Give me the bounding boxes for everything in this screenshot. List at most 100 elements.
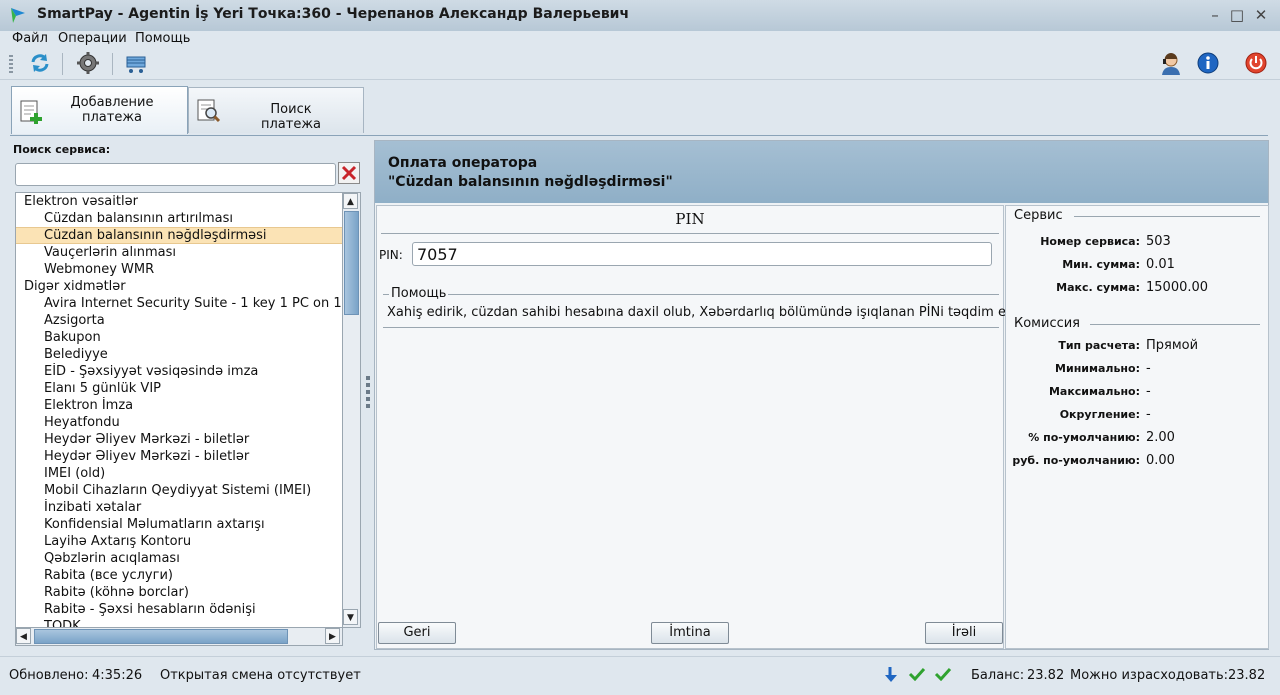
service-item[interactable]: Layihə Axtarış Kontoru	[16, 533, 342, 550]
title-bar: SmartPay - Agentin İş Yeri Точка:360 - Ч…	[0, 0, 1280, 32]
service-item[interactable]: Azsigorta	[16, 312, 342, 329]
divider	[1090, 324, 1260, 325]
work-area: Добавление платежа Поиск платежа Поиск с…	[0, 80, 1280, 654]
add-document-icon	[20, 100, 42, 124]
menu-file[interactable]: Файл	[12, 31, 48, 46]
service-item[interactable]: Rabita (все услуги)	[16, 567, 342, 584]
menu-help[interactable]: Помощь	[135, 31, 190, 46]
tab-label: Добавление платежа	[70, 95, 154, 125]
check-icon	[934, 667, 952, 681]
info-key: % по-умолчанию:	[1028, 431, 1140, 444]
info-value: -	[1146, 384, 1151, 399]
horizontal-scrollbar[interactable]: ◀ ▶	[15, 627, 343, 646]
service-item[interactable]: Cüzdan balansının nəğdləşdirməsi	[16, 227, 342, 244]
commission-group-title: Комиссия	[1014, 316, 1081, 331]
info-row: Округление: -	[1006, 407, 1268, 424]
cancel-button[interactable]: İmtina	[651, 622, 729, 644]
info-key: Номер сервиса:	[1040, 235, 1140, 248]
info-key: Макс. сумма:	[1056, 281, 1140, 294]
service-item[interactable]: Cüzdan balansının artırılması	[16, 210, 342, 227]
clear-search-button[interactable]	[338, 162, 360, 184]
next-button[interactable]: İrəli	[925, 622, 1003, 644]
tab-underline	[10, 135, 1268, 136]
tab-add-payment[interactable]: Добавление платежа	[11, 86, 188, 134]
search-label: Поиск сервиса:	[13, 143, 111, 156]
service-item[interactable]: Elektron İmza	[16, 397, 342, 414]
operator-header-title: Оплата оператора	[388, 155, 538, 171]
service-item[interactable]: Qəbzlərin acıqlaması	[16, 550, 342, 567]
shopping-cart-icon[interactable]	[124, 51, 148, 75]
service-item[interactable]: EİD - Şəxsiyyət vəsiqəsində imza	[16, 363, 342, 380]
info-key: Максимально:	[1048, 385, 1140, 398]
spend-value: 23.82	[1228, 668, 1266, 683]
info-key: Округление:	[1059, 408, 1140, 421]
payment-panel: Оплата оператора "Cüzdan balansının nəğd…	[374, 140, 1269, 650]
info-value: 0.01	[1146, 257, 1175, 272]
menu-operations[interactable]: Операции	[58, 31, 127, 46]
info-value: -	[1146, 361, 1151, 376]
info-row: Тип расчета: Прямой	[1006, 338, 1268, 355]
service-item[interactable]: IMEI (old)	[16, 465, 342, 482]
updated-time: 4:35:26	[92, 668, 143, 683]
scroll-right-button[interactable]: ▶	[325, 628, 340, 644]
close-window-button[interactable]: ✕	[1252, 6, 1270, 24]
service-item[interactable]: Bakupon	[16, 329, 342, 346]
help-group: Помощь Xahiş edirik, cüzdan sahibi hesab…	[383, 286, 1030, 328]
pin-label: PIN:	[379, 248, 403, 262]
vertical-scrollbar[interactable]: ▲ ▼	[342, 192, 361, 628]
operator-name: "Cüzdan balansının nəğdləşdirməsi"	[388, 174, 673, 190]
scroll-thumb[interactable]	[344, 211, 359, 315]
service-item[interactable]: Elanı 5 günlük VIP	[16, 380, 342, 397]
support-operator-icon[interactable]	[1159, 51, 1183, 75]
service-search-input[interactable]	[15, 163, 336, 186]
balance-label: Баланс:	[971, 668, 1025, 683]
gear-icon[interactable]	[76, 51, 100, 75]
service-list[interactable]: Elektron vəsaitlər Cüzdan balansının artı…	[15, 192, 343, 630]
refresh-icon[interactable]	[28, 51, 52, 75]
toolbar-separator	[62, 53, 63, 75]
divider	[381, 233, 999, 234]
service-item[interactable]: Heydər Əliyev Mərkəzi - biletlər	[16, 431, 342, 448]
scroll-thumb[interactable]	[34, 629, 288, 644]
spend-label: Можно израсходовать:	[1070, 668, 1229, 683]
service-info-panel: Сервис Номер сервиса: 503 Мин. сумма: 0.01 М…	[1005, 205, 1269, 649]
tab-search-payment[interactable]: Поиск платежа	[188, 87, 364, 133]
category-item[interactable]: Elektron vəsaitlər	[16, 193, 342, 210]
toolbar-grip[interactable]	[9, 55, 13, 73]
service-item[interactable]: Belediyye	[16, 346, 342, 363]
balance-value: 23.82	[1027, 668, 1065, 683]
service-item[interactable]: Heyatfondu	[16, 414, 342, 431]
service-item[interactable]: Avira Internet Security Suite - 1 key 1 …	[16, 295, 342, 312]
minimize-button[interactable]: –	[1206, 6, 1224, 24]
service-item[interactable]: Mobil Cihazların Qeydiyyat Sistemi (IMEI…	[16, 482, 342, 499]
status-bar: Обновлено: 4:35:26 Открытая смена отсутс…	[0, 656, 1280, 695]
service-item[interactable]: Vauçerlərin alınması	[16, 244, 342, 261]
service-item[interactable]: Rabitə (köhnə borclar)	[16, 584, 342, 601]
panel-splitter[interactable]	[366, 376, 370, 410]
service-panel: Поиск сервиса: Elektron vəsaitlər Cüzdan …	[10, 138, 366, 650]
info-key: руб. по-умолчанию:	[1012, 454, 1140, 467]
service-item[interactable]: İnzibati xətalar	[16, 499, 342, 516]
scroll-up-button[interactable]: ▲	[343, 193, 358, 209]
power-exit-icon[interactable]	[1244, 51, 1268, 75]
service-item[interactable]: Webmoney WMR	[16, 261, 342, 278]
maximize-button[interactable]: □	[1228, 6, 1246, 24]
scroll-down-button[interactable]: ▼	[343, 609, 358, 625]
window-title: SmartPay - Agentin İş Yeri Точка:360 - Ч…	[37, 6, 630, 22]
service-group-title: Сервис	[1014, 208, 1063, 223]
scroll-left-button[interactable]: ◀	[16, 628, 31, 644]
category-item[interactable]: Digər xidmətlər	[16, 278, 342, 295]
back-button[interactable]: Geri	[378, 622, 456, 644]
info-icon[interactable]	[1196, 51, 1220, 75]
pin-input[interactable]: 7057	[412, 242, 992, 266]
info-row: Максимально: -	[1006, 384, 1268, 401]
service-item[interactable]: Rabitə - Şəxsi hesabların ödənişi	[16, 601, 342, 618]
service-item[interactable]: Konfidensial Məlumatların axtarışı	[16, 516, 342, 533]
toolbar	[0, 49, 1280, 80]
menu-bar: Файл Операции Помощь	[0, 31, 1280, 49]
section-title: PIN	[675, 210, 705, 228]
smartpay-logo-icon	[11, 8, 25, 23]
payment-form: PIN PIN: 7057 Помощь Xahiş edirik, cüzda…	[376, 205, 1030, 649]
service-item[interactable]: Heydər Əliyev Mərkəzi - biletlər	[16, 448, 342, 465]
help-title: Помощь	[389, 286, 449, 301]
